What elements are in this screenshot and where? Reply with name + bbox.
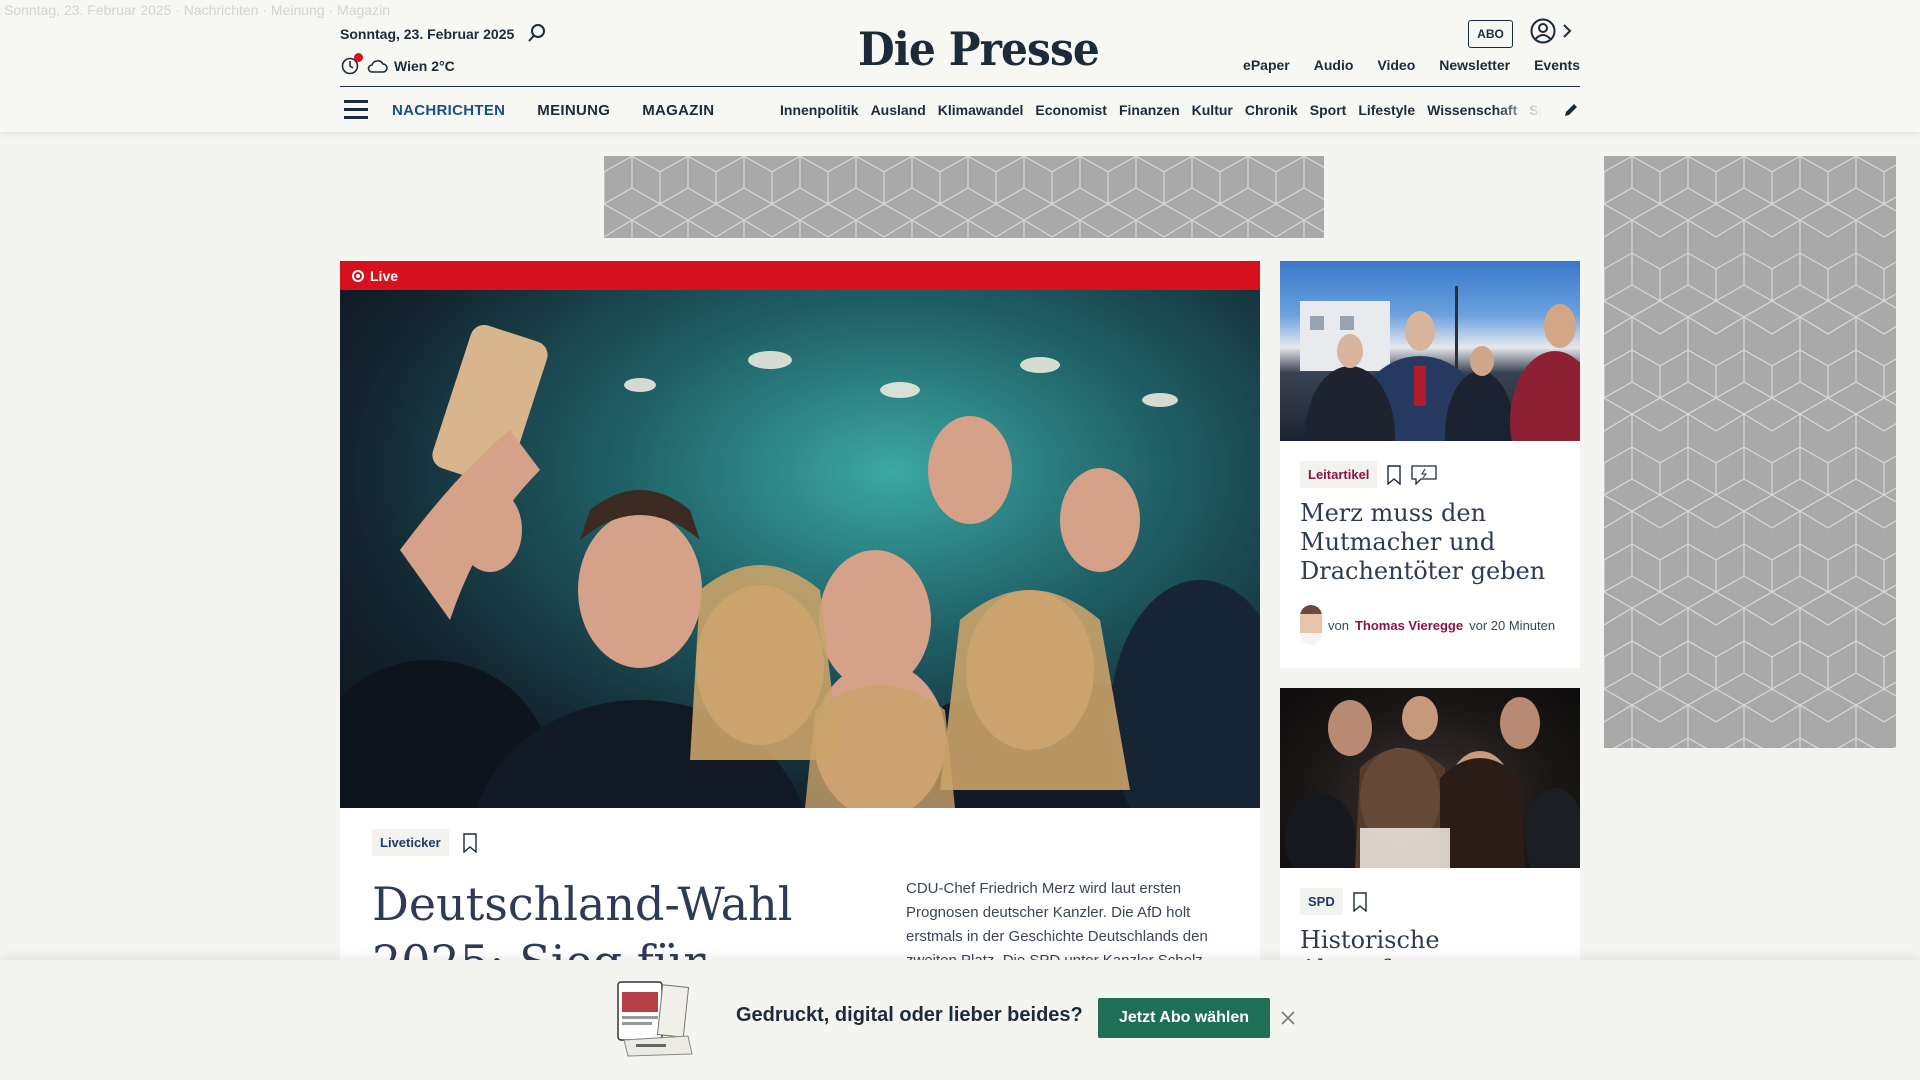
- weather-widget[interactable]: Wien 2°C: [340, 53, 455, 76]
- card-image-merz[interactable]: [1280, 261, 1580, 441]
- selfie-crowd-illustration: [340, 324, 1260, 808]
- header-divider: [340, 86, 1580, 87]
- live-dot-icon: [352, 269, 364, 282]
- live-label: Live: [370, 267, 399, 284]
- liveticker-badge[interactable]: Liveticker: [372, 829, 449, 856]
- promo-text: Gedruckt, digital oder lieber beides?: [736, 1004, 1083, 1026]
- comment-icon[interactable]: [1411, 464, 1438, 485]
- ghost-bar-text: Sonntag, 23. Februar 2025 · Nachrichten …: [4, 2, 390, 18]
- author-prefix: von: [1328, 617, 1349, 633]
- link-events[interactable]: Events: [1534, 57, 1580, 73]
- pencil-icon[interactable]: [1562, 101, 1580, 119]
- nav-nachrichten[interactable]: NACHRICHTEN: [392, 102, 505, 119]
- card1-byline: von Thomas Vieregge vor 20 Minuten: [1300, 605, 1555, 645]
- spd-tag[interactable]: SPD: [1300, 888, 1343, 915]
- hero-badge-row: Liveticker: [372, 829, 477, 856]
- nav-magazin[interactable]: MAGAZIN: [642, 102, 714, 119]
- account-menu[interactable]: [1530, 18, 1572, 44]
- card1-title[interactable]: Merz muss den Mutmacher und Drachentöter…: [1300, 499, 1570, 586]
- author-avatar: [1300, 605, 1322, 645]
- hamburger-menu-icon[interactable]: [344, 100, 368, 120]
- card1-tag-row: Leitartikel: [1300, 461, 1438, 488]
- article-card-leitartikel[interactable]: Leitartikel Merz muss den Mutmacher und …: [1280, 261, 1580, 668]
- weather-label: Wien 2°C: [394, 58, 455, 74]
- bookmark-icon[interactable]: [463, 832, 477, 853]
- nav-economist[interactable]: Economist: [1035, 102, 1107, 118]
- link-newsletter[interactable]: Newsletter: [1439, 57, 1510, 73]
- card-image-spd[interactable]: [1280, 688, 1580, 868]
- moon-icon: [340, 53, 363, 76]
- section-nav: Innenpolitik Ausland Klimawandel Economi…: [780, 102, 1542, 118]
- nav-chronik[interactable]: Chronik: [1245, 102, 1298, 118]
- publish-time: vor 20 Minuten: [1469, 617, 1556, 633]
- nav-ausland[interactable]: Ausland: [871, 102, 926, 118]
- link-video[interactable]: Video: [1377, 57, 1415, 73]
- leitartikel-tag[interactable]: Leitartikel: [1300, 461, 1378, 488]
- nav-finanzen[interactable]: Finanzen: [1119, 102, 1180, 118]
- abo-button[interactable]: ABO: [1468, 20, 1513, 48]
- subscribe-cta-button[interactable]: Jetzt Abo wählen: [1098, 998, 1270, 1038]
- author-name[interactable]: Thomas Vieregge: [1355, 618, 1463, 633]
- hero-teaser: CDU-Chef Friedrich Merz wird laut ersten…: [906, 880, 1208, 969]
- current-date: Sonntag, 23. Februar 2025: [340, 26, 515, 42]
- chevron-right-icon: [1563, 24, 1572, 38]
- nav-innenpolitik[interactable]: Innenpolitik: [780, 102, 859, 118]
- nav-wissenschaft[interactable]: Wissenschaft: [1427, 102, 1517, 118]
- merz-crowd-illustration: [1300, 286, 1580, 441]
- user-icon: [1530, 18, 1556, 44]
- site-logo[interactable]: Die Presse: [858, 22, 1100, 76]
- nav-sport[interactable]: Sport: [1310, 102, 1347, 118]
- nav-klimawandel[interactable]: Klimawandel: [938, 102, 1024, 118]
- main-nav: NACHRICHTEN MEINUNG MAGAZIN: [392, 102, 714, 119]
- notification-dot: [354, 53, 363, 62]
- link-audio[interactable]: Audio: [1314, 57, 1354, 73]
- search-icon[interactable]: [526, 22, 548, 44]
- nav-spectrum[interactable]: Spectrum: [1529, 102, 1542, 118]
- subscription-promo-bar: Gedruckt, digital oder lieber beides? Je…: [0, 960, 1920, 1080]
- top-links: ePaper Audio Video Newsletter Events: [1243, 57, 1580, 73]
- site-header: Sonntag, 23. Februar 2025 · Nachrichten …: [0, 0, 1920, 132]
- spd-crowd-illustration: [1285, 696, 1580, 868]
- hero-article[interactable]: Live Liveticker Deutschland-Wahl CDU-Che…: [340, 261, 1260, 1021]
- epaper-thumbnail: [617, 981, 693, 1057]
- ad-skyscraper-right[interactable]: [1604, 156, 1896, 748]
- nav-lifestyle[interactable]: Lifestyle: [1358, 102, 1415, 118]
- nav-meinung[interactable]: MEINUNG: [537, 102, 610, 119]
- nav-kultur[interactable]: Kultur: [1192, 102, 1233, 118]
- hero-image[interactable]: [340, 290, 1260, 808]
- cloud-icon: [367, 60, 388, 73]
- card2-tag-row: SPD: [1300, 888, 1367, 915]
- ad-banner-top[interactable]: [604, 156, 1324, 238]
- live-bar: Live: [340, 261, 1260, 290]
- bookmark-icon[interactable]: [1353, 891, 1367, 912]
- bookmark-icon[interactable]: [1387, 464, 1402, 485]
- link-epaper[interactable]: ePaper: [1243, 57, 1290, 73]
- close-icon[interactable]: [1280, 1010, 1296, 1026]
